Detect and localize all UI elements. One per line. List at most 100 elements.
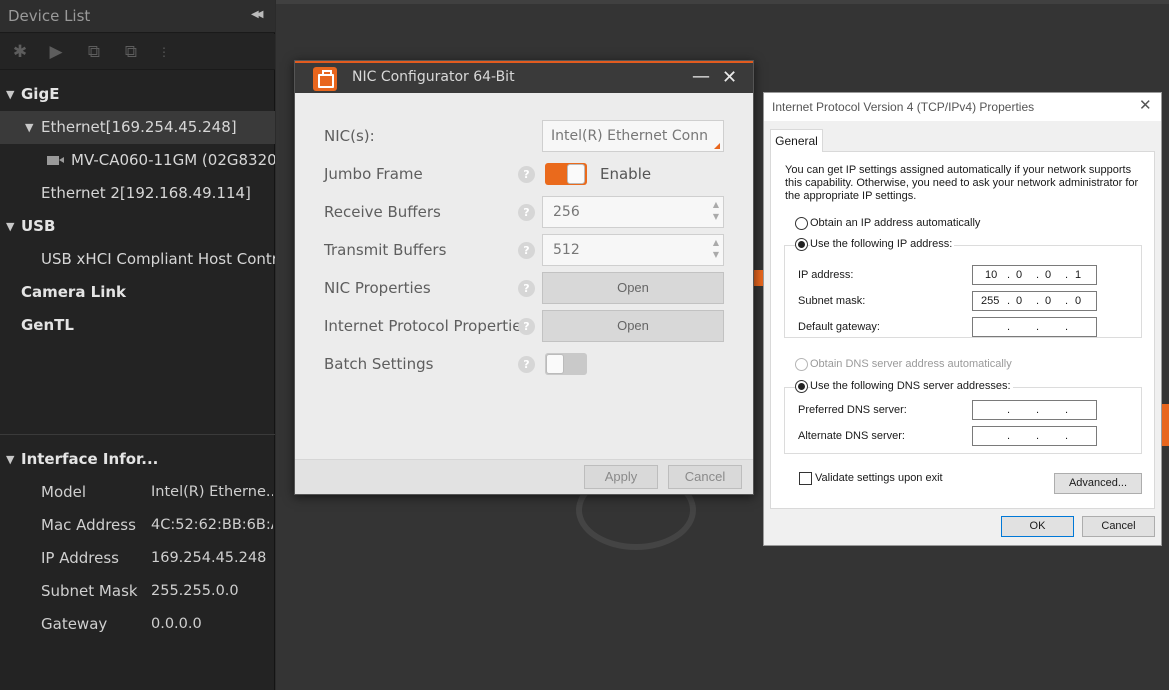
receive-buffers-spinbox[interactable]: 256 ▲ ▼ bbox=[542, 196, 724, 228]
validate-checkbox[interactable] bbox=[799, 472, 812, 485]
interface-info-header[interactable]: ▼ Interface Infor... bbox=[0, 443, 275, 476]
copy-icon[interactable]: ⧉ bbox=[82, 40, 106, 64]
tree-node-usb[interactable]: ▼ USB bbox=[0, 210, 275, 243]
device-list-title: Device List bbox=[8, 7, 91, 25]
tree-node-usb-host[interactable]: USB xHCI Compliant Host Contr... bbox=[0, 243, 275, 276]
default-gateway-field[interactable]: ... bbox=[972, 317, 1097, 337]
ipv4-cancel-button[interactable]: Cancel bbox=[1082, 516, 1155, 537]
subnet-mask-label: Subnet mask: bbox=[798, 295, 866, 307]
ip-octet: 1 bbox=[1075, 269, 1082, 281]
ok-button[interactable]: OK bbox=[1001, 516, 1074, 537]
help-icon[interactable]: ? bbox=[518, 318, 535, 335]
more-icon[interactable]: ⋮ bbox=[152, 40, 176, 64]
jumbo-enable-label: Enable bbox=[600, 165, 652, 183]
collapse-panel-icon[interactable]: ◀◀ bbox=[251, 9, 264, 20]
alternate-dns-label: Alternate DNS server: bbox=[798, 430, 905, 442]
tree-node-gige[interactable]: ▼ GigE bbox=[0, 78, 275, 111]
toggle-knob bbox=[567, 164, 585, 184]
info-key-mac: Mac Address bbox=[41, 516, 136, 534]
play-icon[interactable]: ▶ bbox=[44, 40, 68, 64]
chevron-down-icon[interactable]: ▼ bbox=[6, 78, 14, 111]
ip-properties-open-button[interactable]: Open bbox=[542, 310, 724, 342]
minimize-icon[interactable]: — bbox=[692, 66, 710, 87]
background-accent bbox=[753, 270, 763, 286]
tree-node-gentl[interactable]: GenTL bbox=[0, 309, 275, 342]
spin-arrows-icon[interactable]: ▲ ▼ bbox=[713, 237, 719, 261]
validate-label: Validate settings upon exit bbox=[815, 472, 943, 484]
use-following-dns-radio[interactable] bbox=[795, 380, 808, 393]
nic-select-value: Intel(R) Ethernet Conn bbox=[551, 128, 708, 144]
use-following-ip-radio[interactable] bbox=[795, 238, 808, 251]
preferred-dns-field[interactable]: ... bbox=[972, 400, 1097, 420]
background-accent bbox=[1162, 404, 1169, 446]
info-key-ip: IP Address bbox=[41, 549, 119, 567]
ip-octet: 10 bbox=[985, 269, 998, 281]
ipv4-titlebar: Internet Protocol Version 4 (TCP/IPv4) P… bbox=[764, 93, 1161, 121]
tab-general[interactable]: General bbox=[770, 129, 823, 152]
tree-label: Ethernet 2[192.168.49.114] bbox=[41, 184, 251, 202]
device-list-header: Device List ◀◀ bbox=[0, 0, 275, 33]
nic-properties-label: NIC Properties bbox=[324, 279, 431, 297]
tree-node-ethernet-1[interactable]: ▼ Ethernet[169.254.45.248] bbox=[0, 111, 275, 144]
device-list-panel: Device List ◀◀ ✱ ▶ ⧉ ⧉ ⋮ ▼ GigE ▼ Ethern… bbox=[0, 0, 275, 690]
obtain-ip-auto-label: Obtain an IP address automatically bbox=[810, 217, 981, 229]
ipv4-intro-text: You can get IP settings assigned automat… bbox=[785, 164, 1139, 202]
nics-label: NIC(s): bbox=[324, 127, 375, 145]
nic-properties-open-button[interactable]: Open bbox=[542, 272, 724, 304]
use-following-ip-label: Use the following IP address: bbox=[810, 238, 955, 250]
transmit-buffers-spinbox[interactable]: 512 ▲ ▼ bbox=[542, 234, 724, 266]
chevron-down-icon[interactable]: ▼ bbox=[6, 210, 14, 243]
ip-properties-label: Internet Protocol Properties bbox=[324, 317, 530, 335]
app-logo-icon bbox=[313, 67, 337, 91]
spin-arrows-icon[interactable]: ▲ ▼ bbox=[713, 199, 719, 223]
transmit-buffers-value: 512 bbox=[553, 242, 580, 258]
info-key-subnet: Subnet Mask bbox=[41, 582, 138, 600]
batch-settings-toggle[interactable] bbox=[545, 353, 587, 375]
window-icon[interactable]: ⧉ bbox=[119, 40, 143, 64]
jumbo-frame-toggle[interactable] bbox=[545, 163, 587, 185]
help-icon[interactable]: ? bbox=[518, 280, 535, 297]
info-key-model: Model bbox=[41, 483, 87, 501]
subnet-octet: 255 bbox=[981, 295, 1000, 307]
nic-cancel-button[interactable]: Cancel bbox=[668, 465, 742, 489]
help-icon[interactable]: ? bbox=[518, 204, 535, 221]
general-tab-page: You can get IP settings assigned automat… bbox=[770, 151, 1155, 509]
apply-button[interactable]: Apply bbox=[584, 465, 658, 489]
info-value-gateway: 0.0.0.0 bbox=[151, 616, 202, 632]
receive-buffers-label: Receive Buffers bbox=[324, 203, 441, 221]
subnet-mask-field[interactable]: 255 . 0 . 0 . 0 bbox=[972, 291, 1097, 311]
help-icon[interactable]: ? bbox=[518, 356, 535, 373]
tree-node-camera-link[interactable]: Camera Link bbox=[0, 276, 275, 309]
ip-address-field[interactable]: 10 . 0 . 0 . 1 bbox=[972, 265, 1097, 285]
tree-node-ethernet-2[interactable]: Ethernet 2[192.168.49.114] bbox=[0, 177, 275, 210]
close-icon[interactable]: ✕ bbox=[1139, 96, 1152, 114]
nic-select[interactable]: Intel(R) Ethernet Conn bbox=[542, 120, 724, 152]
receive-buffers-value: 256 bbox=[553, 204, 580, 220]
nic-dialog-title: NIC Configurator 64-Bit bbox=[352, 69, 515, 85]
preferred-dns-label: Preferred DNS server: bbox=[798, 404, 907, 416]
dropdown-corner-icon bbox=[714, 143, 720, 149]
workspace-top-strip bbox=[276, 0, 1169, 4]
alternate-dns-field[interactable]: ... bbox=[972, 426, 1097, 446]
tree-label: Camera Link bbox=[21, 283, 127, 301]
panel-divider bbox=[0, 434, 275, 435]
disconnect-icon[interactable]: ✱ bbox=[8, 40, 32, 64]
default-gateway-label: Default gateway: bbox=[798, 321, 880, 333]
subnet-octet: 0 bbox=[1045, 295, 1052, 307]
ipv4-properties-dialog: Internet Protocol Version 4 (TCP/IPv4) P… bbox=[763, 92, 1162, 546]
tree-label: USB bbox=[21, 217, 56, 235]
advanced-button[interactable]: Advanced... bbox=[1054, 473, 1142, 494]
close-icon[interactable]: ✕ bbox=[722, 67, 737, 88]
tree-label: GenTL bbox=[21, 316, 74, 334]
help-icon[interactable]: ? bbox=[518, 166, 535, 183]
obtain-dns-auto-radio[interactable] bbox=[795, 358, 808, 371]
chevron-down-icon[interactable]: ▼ bbox=[25, 111, 33, 144]
tree-node-camera[interactable]: MV-CA060-11GM (02G8320... bbox=[0, 144, 275, 177]
toggle-knob bbox=[546, 354, 564, 374]
ip-address-label: IP address: bbox=[798, 269, 854, 281]
subnet-octet: 0 bbox=[1075, 295, 1082, 307]
help-icon[interactable]: ? bbox=[518, 242, 535, 259]
info-value-ip: 169.254.45.248 bbox=[151, 550, 267, 566]
obtain-ip-auto-radio[interactable] bbox=[795, 217, 808, 230]
chevron-down-icon[interactable]: ▼ bbox=[6, 443, 14, 476]
